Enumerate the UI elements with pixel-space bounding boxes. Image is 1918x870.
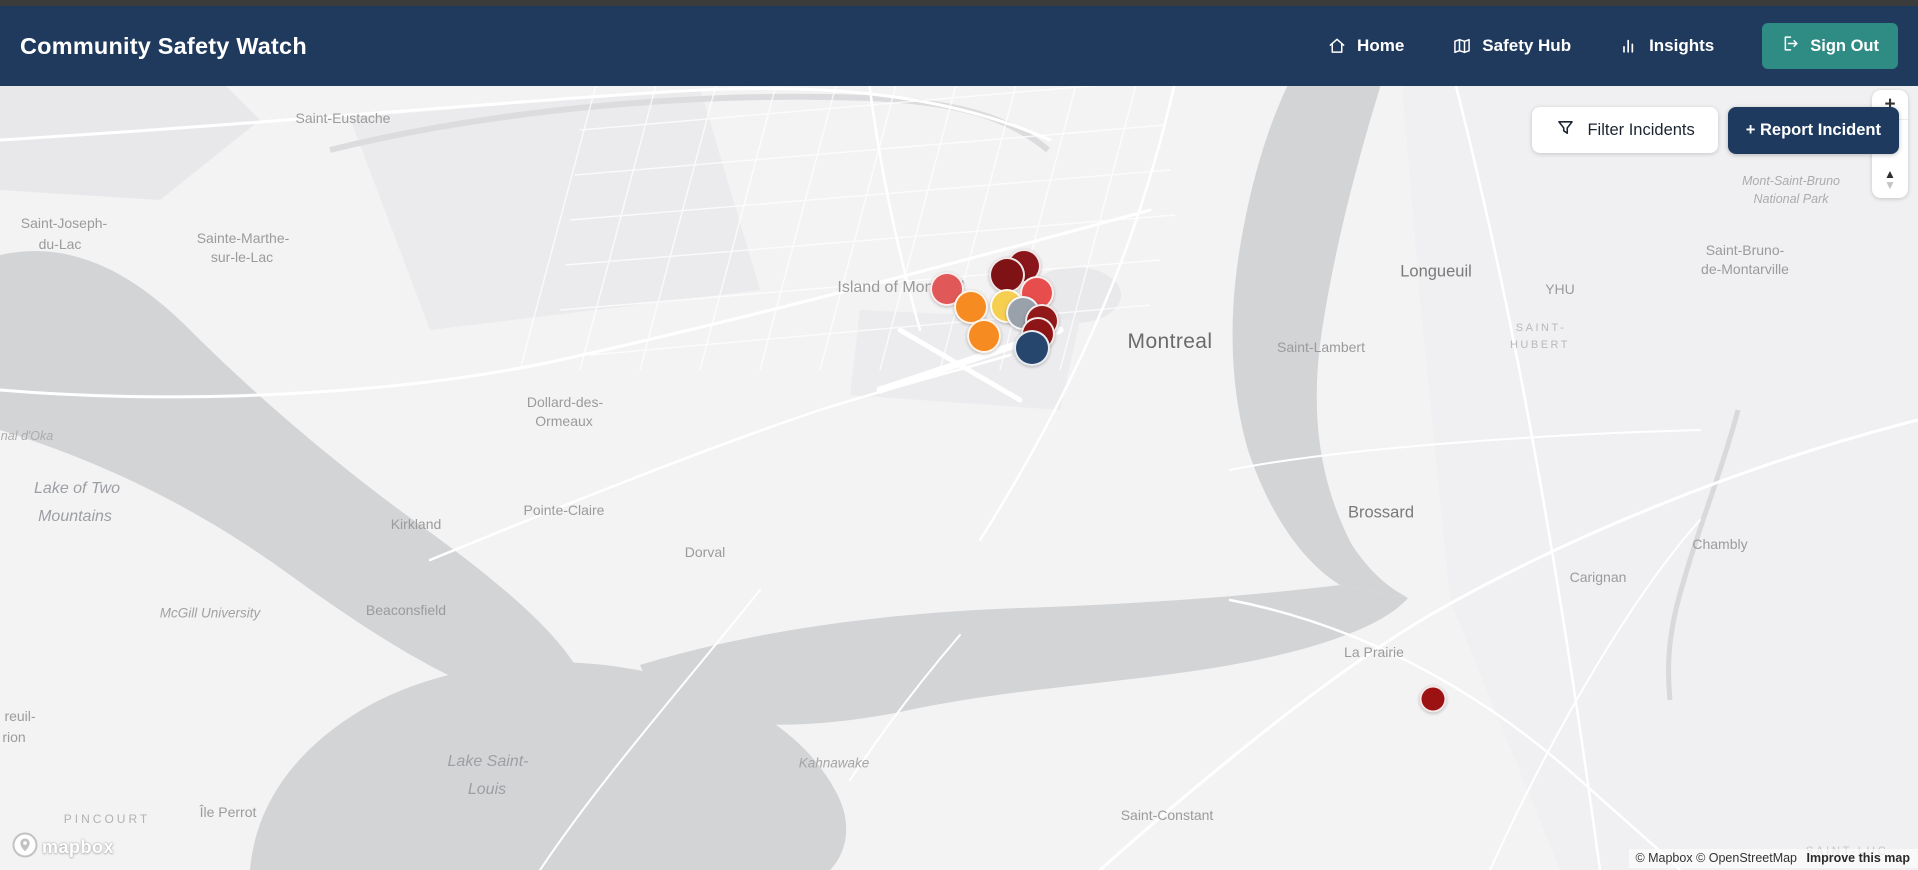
nav-insights-label: Insights xyxy=(1649,36,1715,55)
sign-out-button[interactable]: Sign Out xyxy=(1762,23,1898,69)
app-screen: Community Safety Watch Home Safety Hub I… xyxy=(0,0,1918,870)
report-incident-button[interactable]: + Report Incident xyxy=(1727,107,1899,154)
window-chrome-strip xyxy=(0,0,1918,6)
map-canvas[interactable]: Saint-Eustache Saint-Joseph-du-Lac Sainte-… xyxy=(0,86,1918,870)
nav-safety-hub-label: Safety Hub xyxy=(1482,36,1572,55)
mapbox-logo[interactable]: mapbox xyxy=(12,832,114,863)
funnel-icon xyxy=(1555,117,1576,143)
mapbox-logo-text: mapbox xyxy=(42,837,115,857)
map-background xyxy=(0,86,1918,870)
app-title: Community Safety Watch xyxy=(20,32,307,59)
incident-marker[interactable] xyxy=(967,319,1001,353)
mapbox-pin-icon xyxy=(12,832,38,863)
app-header: Community Safety Watch Home Safety Hub I… xyxy=(0,6,1918,86)
filter-incidents-button[interactable]: Filter Incidents xyxy=(1532,107,1718,153)
incident-marker[interactable] xyxy=(1419,685,1447,713)
logout-icon xyxy=(1781,34,1800,58)
attribution-mapbox-link[interactable]: © Mapbox xyxy=(1635,851,1692,865)
sign-out-label: Sign Out xyxy=(1810,36,1879,55)
filter-incidents-label: Filter Incidents xyxy=(1587,120,1695,139)
map-attribution: © Mapbox © OpenStreetMap Improve this ma… xyxy=(1629,849,1918,868)
improve-this-map-link[interactable]: Improve this map xyxy=(1807,851,1911,865)
pitch-toggle[interactable]: ▲ ▼ xyxy=(1884,168,1896,198)
attribution-osm-link[interactable]: © OpenStreetMap xyxy=(1696,851,1797,865)
main-nav: Home Safety Hub Insights Sign Out xyxy=(1327,23,1898,69)
incident-marker[interactable] xyxy=(1014,330,1050,366)
pitch-down-icon: ▼ xyxy=(1884,178,1896,192)
home-icon xyxy=(1327,36,1347,56)
bar-chart-icon xyxy=(1619,36,1639,56)
map-icon xyxy=(1452,36,1472,56)
nav-home-label: Home xyxy=(1357,36,1405,55)
nav-home[interactable]: Home xyxy=(1327,36,1404,56)
nav-insights[interactable]: Insights xyxy=(1619,36,1714,56)
map-actions: Filter Incidents + Report Incident xyxy=(1532,107,1899,154)
nav-safety-hub[interactable]: Safety Hub xyxy=(1452,36,1571,56)
